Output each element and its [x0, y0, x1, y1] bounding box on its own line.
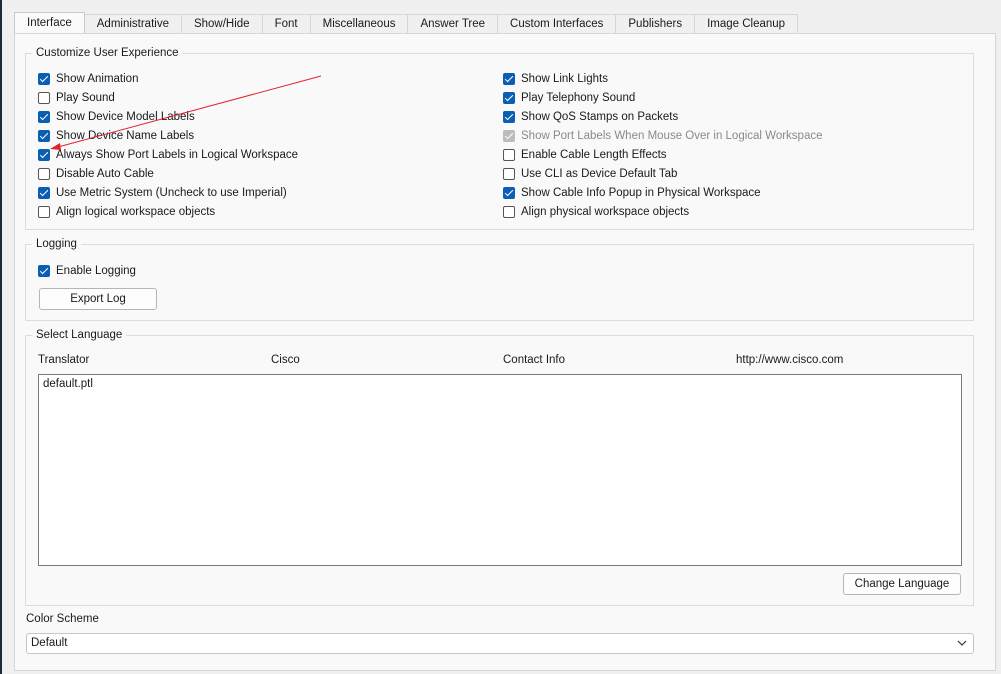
logging-group-title: Logging — [32, 237, 81, 251]
checkbox-show-port-labels-mouse-over: Show Port Labels When Mouse Over in Logi… — [503, 128, 823, 144]
header-url: http://www.cisco.com — [736, 354, 844, 366]
tab-administrative[interactable]: Administrative — [83, 14, 182, 33]
checkbox-enable-logging[interactable]: Enable Logging — [38, 263, 136, 279]
checkbox-box[interactable] — [503, 206, 515, 218]
logging-group: Logging — [25, 237, 974, 321]
header-cisco: Cisco — [271, 354, 300, 366]
checkbox-use-cli-default-tab[interactable]: Use CLI as Device Default Tab — [503, 166, 677, 182]
checkbox-label: Align physical workspace objects — [521, 206, 690, 218]
checkbox-box[interactable] — [38, 149, 50, 161]
checkbox-show-device-model-labels[interactable]: Show Device Model Labels — [38, 109, 195, 125]
checkbox-label: Play Sound — [56, 92, 115, 104]
color-scheme-value: Default — [31, 637, 68, 649]
checkbox-box[interactable] — [503, 92, 515, 104]
export-log-button[interactable]: Export Log — [39, 288, 157, 310]
checkbox-label: Disable Auto Cable — [56, 168, 154, 180]
customize-group-title: Customize User Experience — [32, 46, 183, 60]
checkbox-box[interactable] — [503, 149, 515, 161]
checkbox-label: Enable Cable Length Effects — [521, 149, 667, 161]
checkbox-label: Play Telephony Sound — [521, 92, 636, 104]
header-contact-info: Contact Info — [503, 354, 566, 366]
checkbox-box[interactable] — [38, 130, 50, 142]
checkbox-show-animation[interactable]: Show Animation — [38, 71, 138, 87]
checkbox-show-device-name-labels[interactable]: Show Device Name Labels — [38, 128, 194, 144]
checkbox-align-logical-workspace[interactable]: Align logical workspace objects — [38, 204, 215, 220]
tab-image-cleanup[interactable]: Image Cleanup — [694, 14, 799, 33]
checkbox-label: Show QoS Stamps on Packets — [521, 111, 679, 123]
tab-miscellaneous[interactable]: Miscellaneous — [309, 14, 409, 33]
tab-show-hide[interactable]: Show/Hide — [180, 14, 263, 33]
checkbox-show-cable-info-popup[interactable]: Show Cable Info Popup in Physical Worksp… — [503, 185, 761, 201]
checkbox-box[interactable] — [38, 206, 50, 218]
tab-publishers[interactable]: Publishers — [615, 14, 696, 33]
checkbox-align-physical-workspace[interactable]: Align physical workspace objects — [503, 204, 689, 220]
checkbox-label: Use CLI as Device Default Tab — [521, 168, 678, 180]
checkbox-box[interactable] — [503, 168, 515, 180]
checkbox-label: Use Metric System (Uncheck to use Imperi… — [56, 187, 287, 199]
tab-answer-tree[interactable]: Answer Tree — [407, 14, 499, 33]
checkbox-label: Show Port Labels When Mouse Over in Logi… — [521, 130, 823, 142]
checkbox-label: Show Device Model Labels — [56, 111, 195, 123]
checkbox-label: Align logical workspace objects — [56, 206, 216, 218]
checkbox-box[interactable] — [38, 265, 50, 277]
checkbox-box[interactable] — [38, 187, 50, 199]
checkbox-box[interactable] — [38, 92, 50, 104]
tab-interface[interactable]: Interface — [14, 12, 85, 33]
checkbox-label: Enable Logging — [56, 265, 136, 277]
tab-custom-interfaces[interactable]: Custom Interfaces — [497, 14, 617, 33]
checkbox-use-metric-system[interactable]: Use Metric System (Uncheck to use Imperi… — [38, 185, 287, 201]
checkbox-label: Show Link Lights — [521, 73, 608, 85]
language-list[interactable]: default.ptl — [38, 374, 962, 566]
chevron-down-icon — [957, 640, 967, 646]
window-edge — [0, 0, 2, 674]
checkbox-label: Always Show Port Labels in Logical Works… — [56, 149, 299, 161]
checkbox-show-qos-stamps[interactable]: Show QoS Stamps on Packets — [503, 109, 678, 125]
checkbox-play-sound[interactable]: Play Sound — [38, 90, 115, 106]
checkbox-label: Show Cable Info Popup in Physical Worksp… — [521, 187, 761, 199]
checkbox-box[interactable] — [503, 187, 515, 199]
header-translator: Translator — [38, 354, 90, 366]
color-scheme-label: Color Scheme — [26, 613, 99, 625]
list-item[interactable]: default.ptl — [43, 378, 93, 390]
checkbox-always-show-port-labels[interactable]: Always Show Port Labels in Logical Works… — [38, 147, 298, 163]
checkbox-box[interactable] — [38, 111, 50, 123]
checkbox-box[interactable] — [38, 73, 50, 85]
language-group-title: Select Language — [32, 328, 127, 342]
checkbox-disable-auto-cable[interactable]: Disable Auto Cable — [38, 166, 154, 182]
tab-font[interactable]: Font — [261, 14, 311, 33]
change-language-button[interactable]: Change Language — [843, 573, 961, 595]
tab-bar: Interface Administrative Show/Hide Font … — [14, 12, 799, 34]
checkbox-box[interactable] — [38, 168, 50, 180]
color-scheme-select[interactable]: Default — [26, 633, 974, 654]
checkbox-label: Show Device Name Labels — [56, 130, 195, 142]
checkbox-box — [503, 130, 515, 142]
checkbox-box[interactable] — [503, 111, 515, 123]
checkbox-show-link-lights[interactable]: Show Link Lights — [503, 71, 608, 87]
checkbox-box[interactable] — [503, 73, 515, 85]
checkbox-play-telephony-sound[interactable]: Play Telephony Sound — [503, 90, 635, 106]
checkbox-label: Show Animation — [56, 73, 139, 85]
checkbox-enable-cable-length-effects[interactable]: Enable Cable Length Effects — [503, 147, 667, 163]
